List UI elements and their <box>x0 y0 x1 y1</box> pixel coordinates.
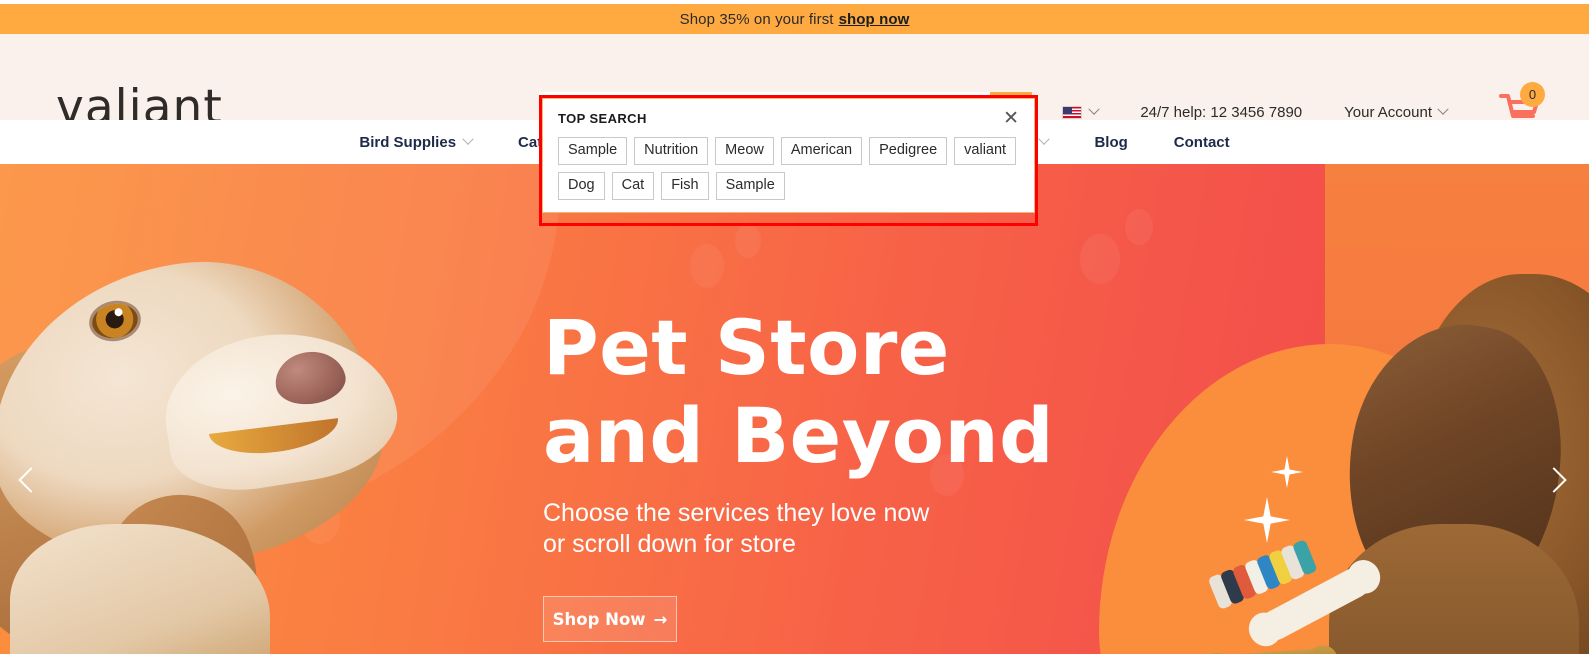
hero-shop-now-button[interactable]: Shop Now → <box>543 596 677 642</box>
chevron-down-icon <box>1437 103 1449 115</box>
top-search-header: TOP SEARCH ✕ <box>558 109 1019 128</box>
top-search-title: TOP SEARCH <box>558 111 647 126</box>
top-search-tag[interactable]: Sample <box>715 172 785 200</box>
top-search-tag[interactable]: Cat <box>611 172 655 200</box>
top-search-tag[interactable]: American <box>780 137 863 165</box>
nav-item-blog[interactable]: Blog <box>1094 134 1127 151</box>
nav-item-bird-supplies[interactable]: Bird Supplies <box>359 133 474 151</box>
hero-dog-left-image <box>0 194 450 654</box>
chevron-down-icon <box>1088 103 1100 115</box>
us-flag-icon <box>1062 105 1083 119</box>
announcement-bar: Shop 35% on your first shop now <box>0 4 1589 34</box>
account-label: Your Account <box>1344 103 1432 121</box>
nav-label: Blog <box>1094 133 1128 151</box>
top-search-tag[interactable]: Sample <box>558 137 628 165</box>
hero-cta-label: Shop Now <box>552 609 646 629</box>
hero-subtitle-line-1: Choose the services they love now <box>543 499 930 527</box>
hero-title-line-1: Pet Store <box>543 303 950 392</box>
chevron-down-icon <box>1038 133 1051 145</box>
top-search-tag[interactable]: Dog <box>558 172 605 200</box>
hero-banner: Pet Store and Beyond Choose the services… <box>0 164 1589 654</box>
nav-label: Contact <box>1173 133 1230 151</box>
announcement-text: Shop 35% on your first <box>679 10 834 28</box>
announcement-shop-now-link[interactable]: shop now <box>839 11 910 28</box>
top-search-tag[interactable]: Fish <box>661 172 709 200</box>
top-search-tag[interactable]: valiant <box>954 137 1017 165</box>
arrow-right-icon: → <box>653 609 668 629</box>
paw-decor <box>1125 209 1153 245</box>
hero-subtitle-line-2: or scroll down for store <box>543 530 796 558</box>
help-phone: 24/7 help: 12 3456 7890 <box>1140 103 1303 121</box>
paw-decor <box>690 244 724 288</box>
paw-decor <box>735 224 761 258</box>
carousel-next-button[interactable] <box>1539 455 1569 505</box>
chevron-down-icon <box>462 133 474 145</box>
account-menu[interactable]: Your Account <box>1344 103 1449 121</box>
top-search-tag[interactable]: Meow <box>715 137 774 165</box>
hero-title-line-2: and Beyond <box>543 391 1054 480</box>
page-root: Shop 35% on your first shop now valiant … <box>0 0 1589 654</box>
nav-item-contact[interactable]: Contact <box>1174 134 1230 151</box>
hero-copy: Pet Store and Beyond Choose the services… <box>543 304 1054 642</box>
top-search-dropdown: TOP SEARCH ✕ Sample Nutrition Meow Ameri… <box>542 98 1035 213</box>
top-search-tag[interactable]: Nutrition <box>634 137 709 165</box>
carousel-prev-button[interactable] <box>16 455 46 505</box>
language-selector[interactable] <box>1062 103 1100 119</box>
top-search-tag-list: Sample Nutrition Meow American Pedigree … <box>558 137 1019 200</box>
chevron-right-icon <box>1541 467 1567 493</box>
chevron-left-icon <box>18 467 44 493</box>
close-icon[interactable]: ✕ <box>1003 109 1019 128</box>
top-search-tag[interactable]: Pedigree <box>869 137 948 165</box>
paw-decor <box>1080 234 1120 284</box>
cart-count-badge: 0 <box>1520 82 1545 107</box>
nav-label: Bird Supplies <box>359 133 457 151</box>
